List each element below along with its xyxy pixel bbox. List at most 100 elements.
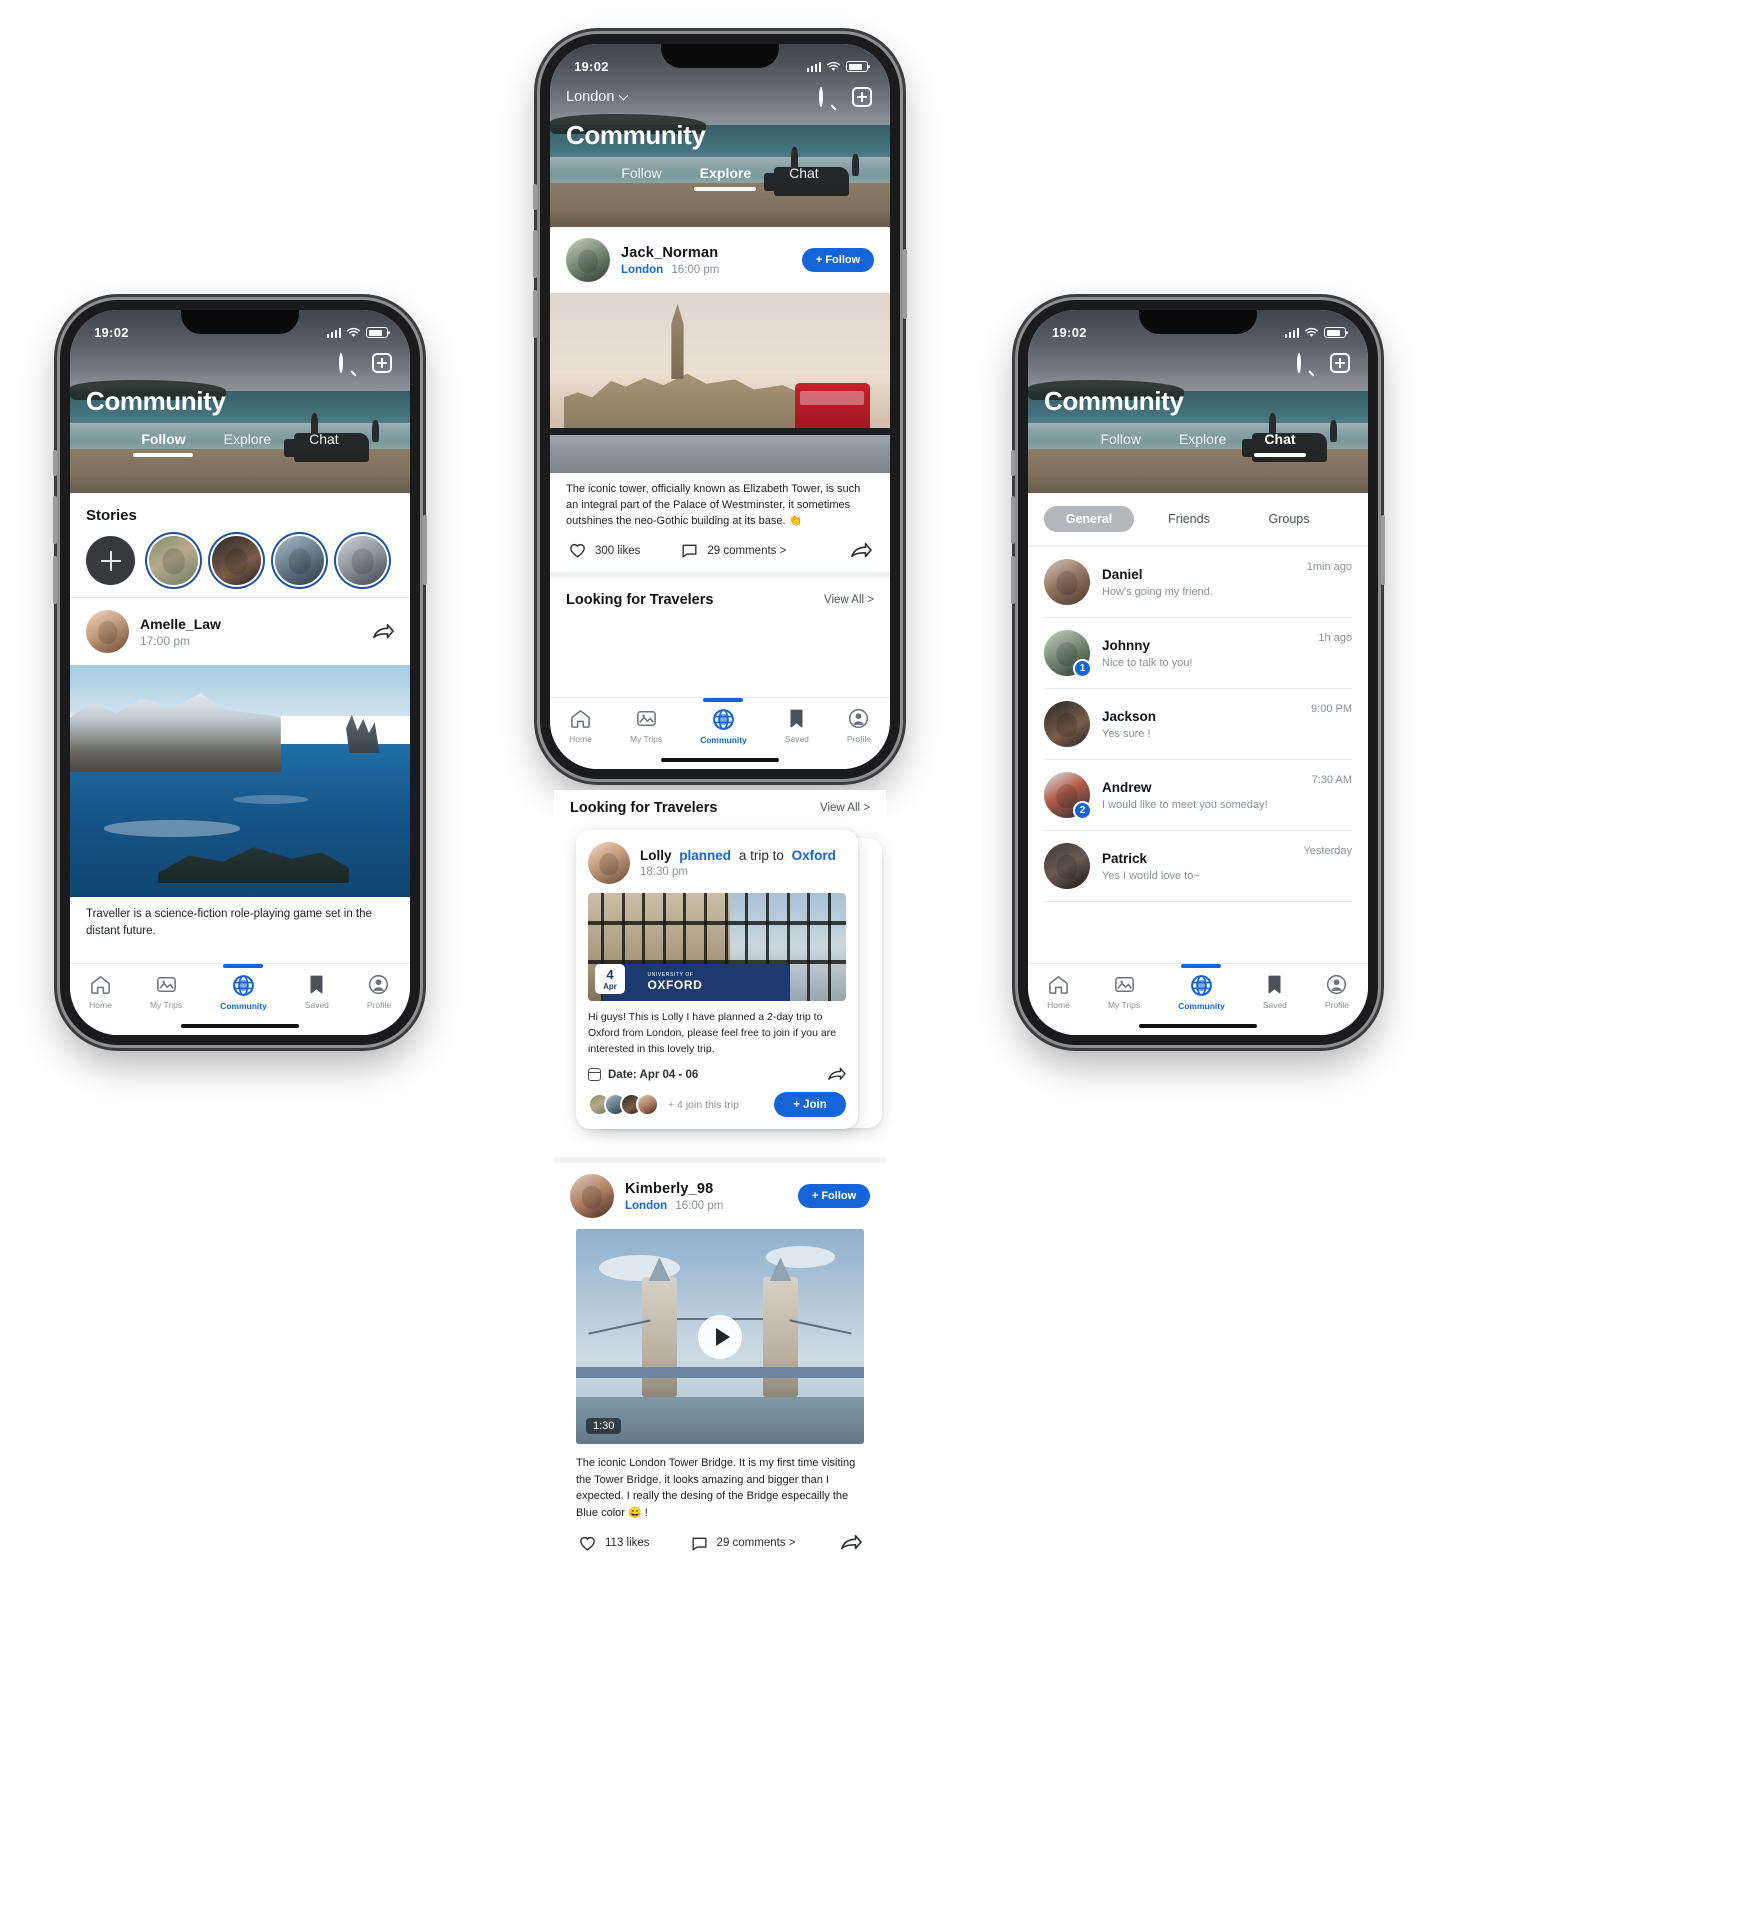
phone-right-power-button[interactable] [1381, 515, 1385, 585]
avatar[interactable] [1044, 701, 1090, 747]
story-item[interactable] [149, 536, 198, 585]
phone-right-volume-up-button[interactable] [1011, 496, 1015, 544]
like-button[interactable]: 113 likes [578, 1534, 650, 1553]
play-icon[interactable] [698, 1314, 742, 1359]
avatar[interactable] [86, 610, 129, 653]
tab-chat[interactable]: Chat [309, 431, 339, 457]
add-story-button[interactable] [86, 536, 135, 585]
avatar[interactable] [1044, 559, 1090, 605]
nav-community[interactable]: Community [700, 698, 747, 745]
story-item[interactable] [212, 536, 261, 585]
follow-button[interactable]: + Follow [798, 1184, 870, 1209]
phone-right-mute-button[interactable] [1011, 450, 1015, 476]
follow-button[interactable]: + Follow [802, 248, 874, 272]
post-location[interactable]: London [621, 264, 663, 276]
avatar[interactable] [588, 842, 630, 884]
nav-my-trips[interactable]: My Trips [630, 707, 662, 744]
segment-general[interactable]: General [1044, 506, 1134, 532]
avatar[interactable] [566, 238, 610, 282]
chat-list-item[interactable]: Patrick Yes I would love to~ Yesterday [1028, 831, 1368, 901]
tab-follow-label: Follow [141, 431, 186, 447]
share-button[interactable] [850, 541, 872, 561]
post-username[interactable]: Amelle_Law [140, 616, 361, 632]
nav-home[interactable]: Home [89, 973, 112, 1010]
tab-follow[interactable]: Follow [133, 431, 194, 457]
joiners-facepile[interactable] [588, 1093, 659, 1117]
nav-community[interactable]: Community [1178, 964, 1225, 1011]
like-button[interactable]: 300 likes [568, 541, 640, 560]
cellular-signal-icon [1284, 327, 1299, 338]
post-video[interactable]: 1:30 [576, 1229, 864, 1445]
segment-groups[interactable]: Groups [1244, 506, 1334, 532]
nav-my-trips[interactable]: My Trips [150, 973, 182, 1010]
phone-center-volume-down-button[interactable] [533, 290, 537, 338]
phone-center-power-button[interactable] [903, 249, 907, 319]
share-icon[interactable] [827, 1066, 846, 1083]
post-image[interactable] [70, 665, 410, 897]
nav-community[interactable]: Community [220, 964, 267, 1011]
post-username[interactable]: Jack_Norman [621, 245, 791, 261]
plus-square-icon[interactable] [372, 353, 392, 373]
nav-saved[interactable]: Saved [1263, 973, 1287, 1010]
trip-username[interactable]: Lolly [640, 848, 672, 863]
share-icon[interactable] [372, 622, 394, 642]
nav-saved[interactable]: Saved [785, 707, 809, 744]
tab-chat[interactable]: Chat [789, 165, 819, 191]
nav-profile[interactable]: Profile [847, 707, 871, 744]
view-all-link[interactable]: View All > [824, 594, 874, 606]
share-button[interactable] [840, 1533, 862, 1553]
chat-list-item[interactable]: Daniel How's going my friend. 1min ago [1028, 547, 1368, 617]
avatar[interactable] [1044, 843, 1090, 889]
search-icon[interactable] [819, 87, 837, 111]
post-image[interactable] [550, 293, 890, 473]
story-item[interactable] [338, 536, 387, 585]
tab-chat[interactable]: Chat [1253, 431, 1306, 457]
phone-center-volume-up-button[interactable] [533, 230, 537, 278]
comment-button[interactable]: 29 comments > [690, 1534, 796, 1553]
post-location[interactable]: London [625, 1200, 667, 1212]
nav-saved[interactable]: Saved [305, 973, 329, 1010]
trip-destination[interactable]: Oxford [792, 848, 836, 863]
phone-left-power-button[interactable] [423, 515, 427, 585]
comment-button[interactable]: 29 comments > [680, 541, 786, 560]
phone-left-volume-down-button[interactable] [53, 556, 57, 604]
search-icon[interactable] [1297, 353, 1315, 377]
phone-center-mute-button[interactable] [533, 184, 537, 210]
post-username[interactable]: Kimberly_98 [625, 1181, 787, 1197]
chat-list-item[interactable]: 2 Andrew I would like to meet you someda… [1028, 760, 1368, 830]
avatar[interactable] [570, 1174, 614, 1219]
phone-right-volume-down-button[interactable] [1011, 556, 1015, 604]
segment-friends[interactable]: Friends [1144, 506, 1234, 532]
plus-square-icon[interactable] [852, 87, 872, 107]
nav-active-indicator [223, 964, 264, 968]
tab-follow[interactable]: Follow [1100, 431, 1140, 457]
join-button[interactable]: + Join [774, 1092, 846, 1118]
search-icon[interactable] [339, 353, 357, 377]
home-indicator [181, 1024, 299, 1028]
phone-left-volume-up-button[interactable] [53, 496, 57, 544]
status-time: 19:02 [94, 325, 129, 340]
tab-follow[interactable]: Follow [621, 165, 661, 191]
nav-home[interactable]: Home [1047, 973, 1070, 1010]
nav-my-trips[interactable]: My Trips [1108, 973, 1140, 1010]
location-selector[interactable]: London [566, 89, 629, 105]
tab-explore[interactable]: Explore [694, 165, 757, 191]
tab-explore[interactable]: Explore [224, 431, 271, 457]
left-hero-header: 19:02 Londo [70, 310, 410, 493]
location-selector[interactable]: London [86, 355, 133, 371]
view-all-link[interactable]: View All > [820, 802, 870, 814]
nav-home[interactable]: Home [569, 707, 592, 744]
nav-profile[interactable]: Profile [367, 973, 391, 1010]
trip-image[interactable]: UNIVERSITY OF OXFORD 4 Apr [588, 893, 846, 1001]
chat-list-item[interactable]: Jackson Yes sure ! 9:00 PM [1028, 689, 1368, 759]
plus-square-icon[interactable] [1330, 353, 1350, 373]
nav-profile[interactable]: Profile [1325, 973, 1349, 1010]
tab-follow-label: Follow [1100, 431, 1141, 447]
location-selector[interactable]: London [1044, 355, 1091, 371]
story-item[interactable] [275, 536, 324, 585]
chat-list-item[interactable]: 1 Johnny Nice to talk to you! 1h ago [1028, 618, 1368, 688]
trip-card[interactable]: Lolly planned a trip to Oxford 18:30 pm [576, 830, 858, 1130]
phone-left-mute-button[interactable] [53, 450, 57, 476]
tab-chat-label: Chat [1264, 431, 1296, 447]
tab-explore[interactable]: Explore [1179, 431, 1226, 457]
